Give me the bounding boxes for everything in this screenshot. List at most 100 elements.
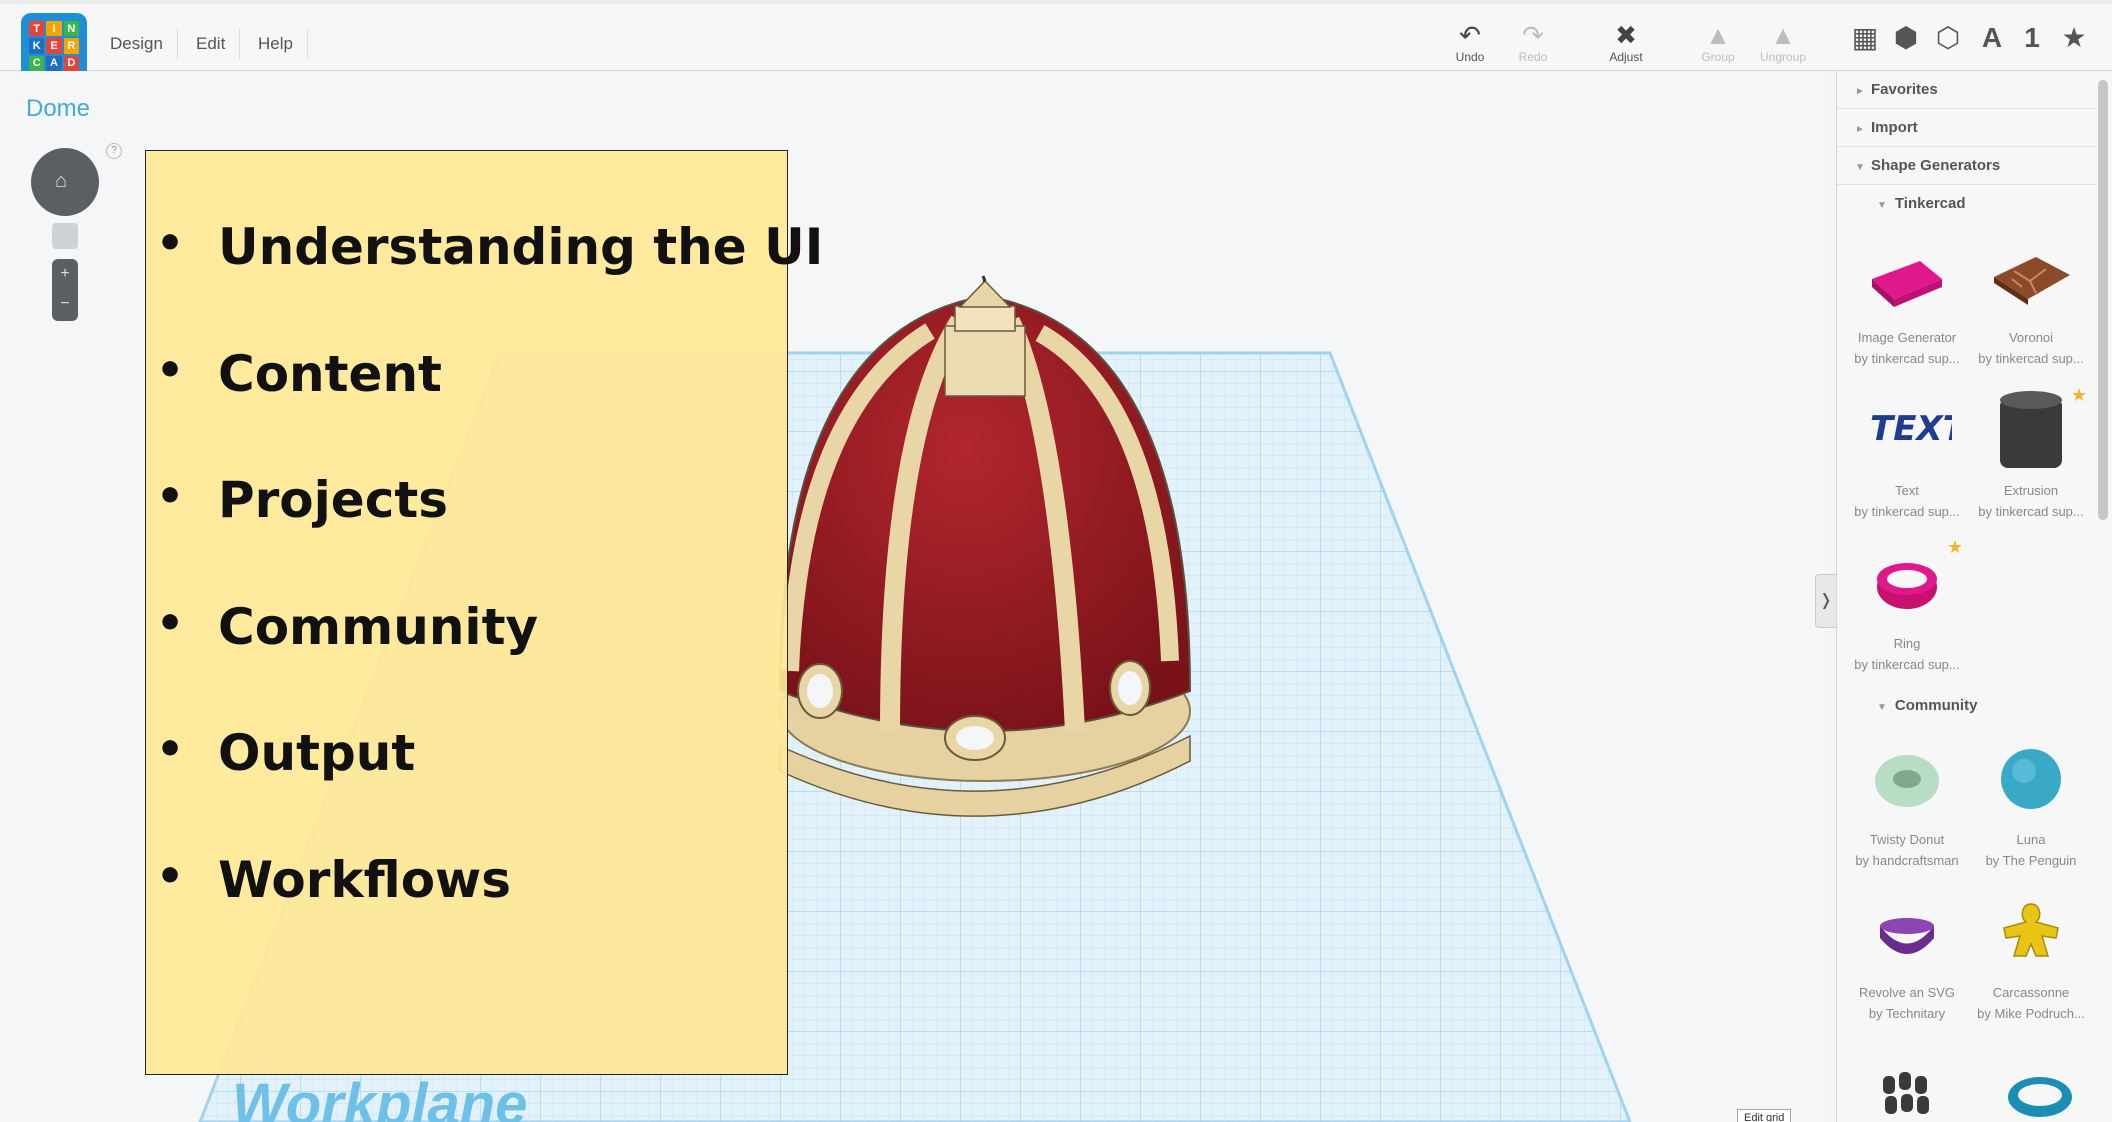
shape-luna[interactable]: Luna by The Penguin bbox=[1969, 733, 2093, 871]
home-icon[interactable]: ⌂ bbox=[55, 170, 67, 193]
logo-letter: D bbox=[63, 55, 79, 71]
workplane-label: Workplane bbox=[232, 1072, 528, 1122]
shape-name: Carcassonne bbox=[1992, 985, 2070, 1000]
section-shape-generators[interactable]: ▼ Shape Generators bbox=[1837, 148, 2097, 185]
ungroup-button[interactable]: ▲ Ungroup bbox=[1751, 20, 1815, 64]
panel-scrollbar[interactable] bbox=[2098, 80, 2108, 520]
undo-button[interactable]: ↶ Undo bbox=[1438, 20, 1502, 64]
redo-button[interactable]: ↷ Redo bbox=[1501, 20, 1565, 64]
collapse-triangle-icon: ▼ bbox=[1855, 162, 1865, 173]
shape-author: by Mike Podruch... bbox=[1977, 1006, 2085, 1021]
orbit-control[interactable]: ⌂ bbox=[31, 148, 99, 216]
favorite-star-icon[interactable]: ★ bbox=[2071, 385, 2087, 406]
shape-name: Extrusion bbox=[2003, 483, 2059, 498]
shape-author: by The Penguin bbox=[1985, 853, 2077, 868]
panel-collapse-toggle[interactable]: ❭ bbox=[1815, 574, 1836, 628]
twisty-donut-thumbnail bbox=[1875, 755, 1939, 807]
section-label: Favorites bbox=[1871, 81, 1938, 98]
agenda-item: Output bbox=[156, 724, 415, 782]
agenda-item: Projects bbox=[156, 471, 448, 529]
shape-author: by Technitary bbox=[1868, 1006, 1946, 1021]
collapse-triangle-icon: ▼ bbox=[1877, 702, 1887, 713]
top-toolbar: T I N K E R C A D Design Edit Help ↶ Und… bbox=[0, 0, 2112, 79]
agenda-item: Understanding the UI bbox=[156, 218, 823, 276]
undo-label: Undo bbox=[1455, 50, 1485, 64]
expand-triangle-icon: ► bbox=[1855, 124, 1865, 135]
shape-revolve-svg[interactable]: Revolve an SVG by Technitary bbox=[1845, 886, 1969, 1024]
shape-text[interactable]: TEXT Text by tinkercad sup... bbox=[1845, 384, 1969, 522]
extrusion-thumbnail bbox=[2000, 391, 2062, 468]
zoom-control[interactable]: + − bbox=[52, 259, 78, 321]
cube-view-icon[interactable]: ⬢ bbox=[1888, 18, 1924, 58]
subsection-community[interactable]: ▼ Community bbox=[1877, 697, 1977, 714]
logo-letter: I bbox=[46, 21, 62, 37]
svg-text:TEXT: TEXT bbox=[1870, 409, 1952, 449]
logo-letter: A bbox=[46, 55, 62, 71]
zoom-out-icon[interactable]: − bbox=[52, 289, 78, 319]
text-shape-icon[interactable]: A bbox=[1974, 18, 2010, 58]
shape-author: by handcraftsman bbox=[1855, 853, 1959, 868]
wireframe-cube-icon[interactable]: ⬡ bbox=[1930, 18, 1966, 58]
ungroup-label: Ungroup bbox=[1759, 50, 1807, 64]
section-import[interactable]: ► Import bbox=[1837, 110, 2097, 147]
agenda-item: Workflows bbox=[156, 851, 511, 909]
shape-name: Twisty Donut bbox=[1869, 832, 1945, 847]
agenda-item: Community bbox=[156, 598, 538, 656]
text-shape-thumbnail: TEXT bbox=[1870, 409, 1952, 449]
menu-help[interactable]: Help bbox=[244, 28, 308, 60]
shape-author: by tinkercad sup... bbox=[1854, 351, 1960, 366]
shape-carcassonne[interactable]: Carcassonne by Mike Podruch... bbox=[1969, 886, 2093, 1024]
design-canvas[interactable]: Dome ⌂ ? + − Workplane Edit grid Underst… bbox=[0, 71, 1828, 1122]
section-label: Shape Generators bbox=[1871, 157, 2001, 174]
redo-label: Redo bbox=[1518, 50, 1548, 64]
image-generator-thumbnail bbox=[1872, 261, 1942, 307]
design-title[interactable]: Dome bbox=[26, 95, 90, 123]
adjust-label: Adjust bbox=[1609, 50, 1643, 64]
shape-name: Text bbox=[1895, 483, 1919, 498]
menu-design[interactable]: Design bbox=[96, 28, 178, 60]
carcassonne-meeple-thumbnail bbox=[2003, 903, 2059, 957]
adjust-button[interactable]: ✖ Adjust bbox=[1594, 20, 1658, 64]
ring-thumbnail bbox=[1877, 563, 1937, 609]
collapse-triangle-icon: ▼ bbox=[1877, 200, 1887, 211]
shape-name: Ring bbox=[1893, 636, 1921, 651]
grid-view-icon[interactable]: ▦ bbox=[1847, 18, 1883, 58]
shape-thumbnail-partial[interactable] bbox=[1871, 1066, 1961, 1122]
help-button[interactable]: ? bbox=[106, 143, 122, 159]
shape-twisty-donut[interactable]: Twisty Donut by handcraftsman bbox=[1845, 733, 1969, 871]
favorite-star-icon[interactable]: ★ bbox=[1947, 537, 1963, 558]
edit-grid-button[interactable]: Edit grid bbox=[1737, 1109, 1792, 1122]
shapes-panel: ► Favorites ► Import ▼ Shape Generators ▼ Ti… bbox=[1836, 71, 2112, 1122]
shape-author: by tinkercad sup... bbox=[1854, 504, 1960, 519]
group-icon: ▲ bbox=[1705, 20, 1731, 50]
shape-author: by tinkercad sup... bbox=[1978, 351, 2084, 366]
shape-thumbnail-partial[interactable] bbox=[1995, 1071, 2085, 1121]
agenda-overlay: Understanding the UI Content Projects Co… bbox=[145, 150, 823, 1075]
ungroup-icon: ▲ bbox=[1770, 20, 1796, 50]
undo-icon: ↶ bbox=[1459, 20, 1481, 50]
shape-voronoi[interactable]: Voronoi by tinkercad sup... bbox=[1969, 231, 2093, 369]
shape-name: Voronoi bbox=[2008, 330, 2054, 345]
shape-author: by tinkercad sup... bbox=[1854, 657, 1960, 672]
logo-letter: E bbox=[46, 38, 62, 54]
fit-view-button[interactable] bbox=[52, 223, 78, 249]
logo-letter: C bbox=[29, 55, 45, 71]
logo-letter: R bbox=[63, 38, 79, 54]
revolve-svg-thumbnail bbox=[1880, 918, 1934, 954]
shape-image-generator[interactable]: Image Generator by tinkercad sup... bbox=[1845, 231, 1969, 369]
subsection-label: Tinkercad bbox=[1894, 195, 1966, 212]
section-favorites[interactable]: ► Favorites bbox=[1837, 72, 2097, 109]
menu-edit[interactable]: Edit bbox=[182, 28, 241, 60]
tinkercad-logo[interactable]: T I N K E R C A D bbox=[21, 13, 87, 79]
zoom-in-icon[interactable]: + bbox=[52, 259, 78, 289]
group-label: Group bbox=[1701, 50, 1735, 64]
group-button[interactable]: ▲ Group bbox=[1686, 20, 1750, 64]
shape-author: by tinkercad sup... bbox=[1978, 504, 2084, 519]
logo-letter: N bbox=[63, 21, 79, 37]
subsection-tinkercad[interactable]: ▼ Tinkercad bbox=[1877, 195, 1966, 212]
number-shape-icon[interactable]: 1 bbox=[2014, 18, 2050, 58]
star-favorites-icon[interactable]: ★ bbox=[2056, 18, 2092, 58]
shape-name: Revolve an SVG bbox=[1858, 985, 1956, 1000]
redo-icon: ↷ bbox=[1522, 20, 1544, 50]
luna-thumbnail bbox=[2001, 749, 2061, 809]
